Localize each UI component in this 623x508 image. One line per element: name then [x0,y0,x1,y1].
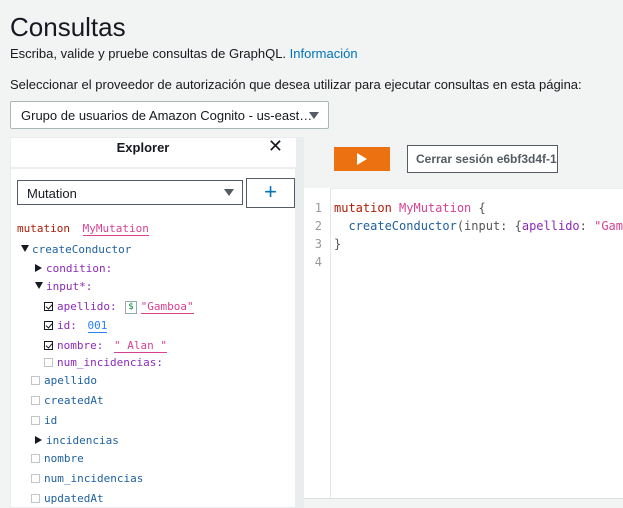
caret-right-icon [35,436,42,444]
checkbox-unchecked[interactable] [31,494,40,503]
explorer-header: Explorer ✕ [11,136,297,167]
checkbox-unchecked[interactable] [31,376,40,385]
editor-bottom-bar [304,498,623,508]
operation-header: mutation MyMutation [17,221,149,237]
tree-field-createdAt[interactable]: createdAt [31,393,104,409]
auth-provider-value: Grupo de usuarios de Amazon Cognito - us… [21,108,313,123]
checkbox-unchecked[interactable] [31,454,40,463]
checkbox-checked[interactable] [44,321,53,330]
checkbox-unchecked[interactable] [31,396,40,405]
tree-field-incidencias[interactable]: incidencias [35,433,119,449]
line-number: 1 [314,201,322,215]
subtitle-text: Escriba, valide y pruebe consultas de Gr… [10,46,287,61]
tree-field-id[interactable]: id [31,413,57,429]
auth-provider-label: Seleccionar el proveedor de autorización… [10,77,582,92]
auth-provider-select[interactable]: Grupo de usuarios de Amazon Cognito - us… [10,101,329,129]
line-number: 4 [314,255,322,269]
line-number-gutter [304,188,331,498]
tree-field-num-incidencias[interactable]: num_incidencias [31,471,143,487]
query-editor[interactable] [304,188,623,508]
tree-field-apellido[interactable]: apellido [31,373,97,389]
tree-arg-apellido[interactable]: apellido: $ "Gamboa" [44,299,194,315]
tree-arg-id[interactable]: id: 001 [44,318,108,334]
checkbox-unchecked[interactable] [44,358,53,367]
info-link[interactable]: Información [290,46,358,61]
operation-type-value: Mutation [27,186,77,201]
tree-field-updatedAt[interactable]: updatedAt [31,491,104,507]
explorer-divider [11,167,297,169]
tree-node-input[interactable]: input*: [35,279,92,295]
play-icon [357,153,367,165]
logout-button[interactable]: Cerrar sesión e6bf3d4f-1807-4325-b [407,145,558,173]
code-line-1: mutation MyMutation { [334,201,486,215]
explorer-title: Explorer [116,140,170,155]
caret-right-icon [35,264,42,272]
tree-node-condition[interactable]: condition: [35,261,112,277]
checkbox-checked[interactable] [44,341,53,350]
operation-name-input[interactable]: MyMutation [82,222,149,236]
tree-node-createConductor[interactable]: createConductor [21,242,131,258]
page-title: Consultas [10,12,126,42]
code-line-3: } [334,237,342,251]
caret-down-icon [35,282,43,289]
caret-down-icon [21,245,29,252]
code-line-2: createConductor(input: {apellido: "Gamb [334,219,623,233]
page-subtitle: Escriba, valide y pruebe consultas de Gr… [10,46,358,61]
run-query-button[interactable] [334,147,390,171]
variable-toggle-icon[interactable]: $ [125,301,137,314]
tree-field-nombre[interactable]: nombre [31,451,84,467]
close-icon[interactable]: ✕ [268,136,283,157]
operation-keyword: mutation [17,222,70,235]
caret-down-icon [309,112,319,119]
checkbox-unchecked[interactable] [31,416,40,425]
operation-type-select[interactable]: Mutation [17,180,243,205]
nombre-value-input[interactable]: " Alan " [113,339,167,353]
caret-down-icon [224,189,234,196]
explorer-panel: Explorer ✕ Mutation + mutation MyMutatio… [10,136,297,508]
tree-arg-nombre[interactable]: nombre: " Alan " [44,338,167,354]
line-number: 2 [314,219,322,233]
panel-splitter[interactable] [296,137,304,508]
checkbox-checked[interactable] [44,302,53,311]
add-operation-button[interactable]: + [246,178,295,208]
apellido-value-input[interactable]: "Gamboa" [140,300,194,314]
line-number: 3 [314,237,322,251]
tree-arg-num-incidencias[interactable]: num_incidencias: [44,355,163,371]
id-value-input[interactable]: 001 [87,319,108,333]
checkbox-unchecked[interactable] [31,474,40,483]
queries-page: Consultas Escriba, valide y pruebe consu… [0,0,623,508]
